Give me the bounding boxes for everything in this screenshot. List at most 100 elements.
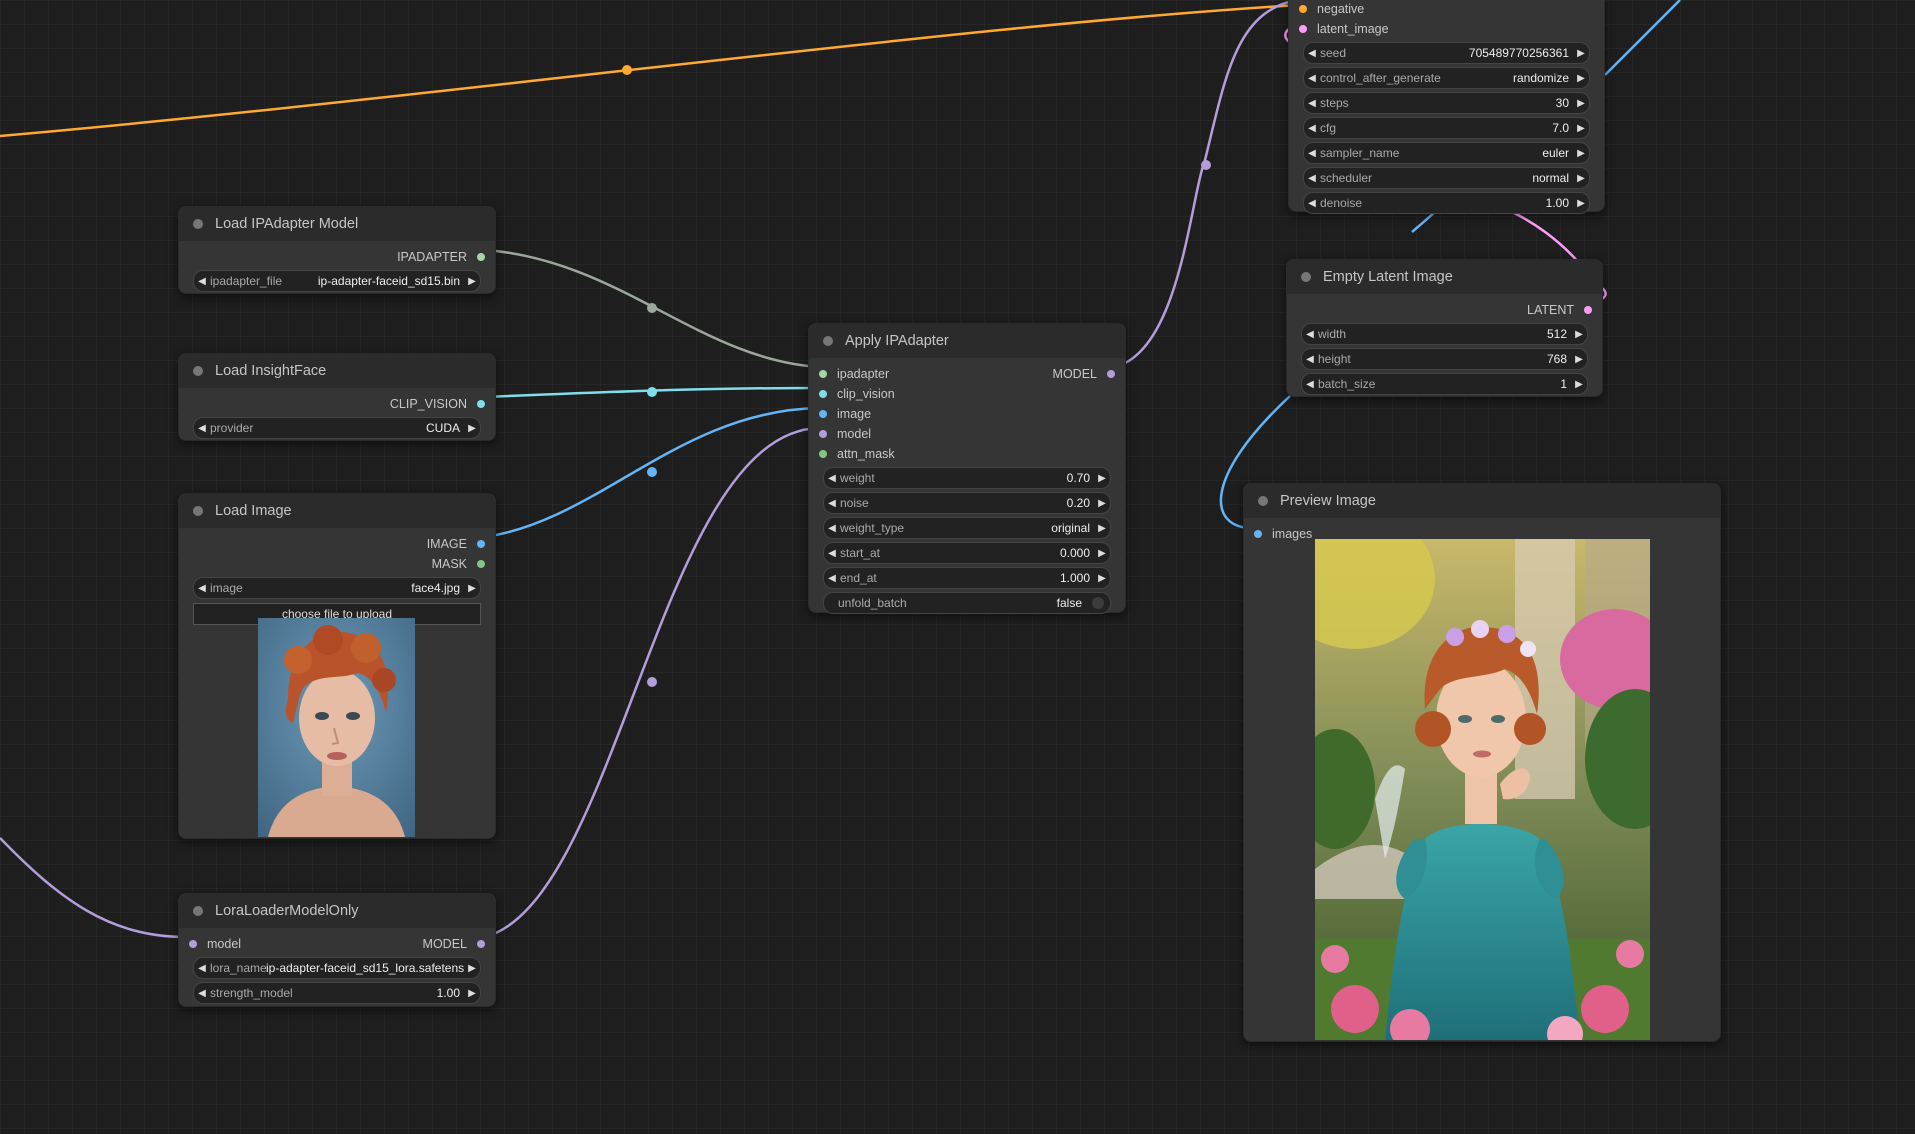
decrement-arrow-icon[interactable]: ◀ xyxy=(1304,123,1320,134)
load-insightface-node[interactable]: Load InsightFace CLIP_VISION ◀ provider CU… xyxy=(178,353,496,441)
decrement-arrow-icon[interactable]: ◀ xyxy=(1304,198,1320,209)
widget-image-file[interactable]: ◀ image face4.jpg ▶ xyxy=(193,577,481,599)
node-title-bar[interactable]: Load InsightFace xyxy=(179,354,495,388)
output-dot[interactable] xyxy=(477,400,485,408)
increment-arrow-icon[interactable]: ▶ xyxy=(1571,329,1587,340)
apply-ipadapter-node[interactable]: Apply IPAdapter ipadapter MODEL clip_vis… xyxy=(808,323,1126,614)
node-title-bar[interactable]: LoraLoaderModelOnly xyxy=(179,894,495,928)
widget-seed[interactable]: ◀ seed 705489770256361 ▶ xyxy=(1303,42,1590,64)
decrement-arrow-icon[interactable]: ◀ xyxy=(194,276,210,287)
slot-ipadapter-in[interactable]: ipadapter MODEL xyxy=(809,364,1125,384)
slot-negative[interactable]: negative xyxy=(1289,0,1604,19)
output-dot[interactable] xyxy=(477,940,485,948)
slot-model-io[interactable]: model MODEL xyxy=(179,934,495,954)
slot-mask-out[interactable]: MASK xyxy=(179,554,495,574)
increment-arrow-icon[interactable]: ▶ xyxy=(1094,523,1110,534)
toggle-unfold-batch[interactable]: unfold_batch false xyxy=(823,592,1111,614)
increment-arrow-icon[interactable]: ▶ xyxy=(1094,498,1110,509)
output-dot[interactable] xyxy=(1584,306,1592,314)
input-dot[interactable] xyxy=(819,450,827,458)
toggle-knob-icon[interactable] xyxy=(1092,597,1104,609)
decrement-arrow-icon[interactable]: ◀ xyxy=(824,523,840,534)
collapse-dot-icon[interactable] xyxy=(1258,496,1268,506)
slot-image-out[interactable]: IMAGE xyxy=(179,534,495,554)
widget-lora-name[interactable]: ◀ lora_name ip-adapter-faceid_sd15_lora.sa… xyxy=(193,957,481,979)
increment-arrow-icon[interactable]: ▶ xyxy=(1573,73,1589,84)
decrement-arrow-icon[interactable]: ◀ xyxy=(824,498,840,509)
lora-loader-model-only-node[interactable]: LoraLoaderModelOnly model MODEL ◀ lora_na… xyxy=(178,893,496,1007)
decrement-arrow-icon[interactable]: ◀ xyxy=(1302,354,1318,365)
slot-attn-mask-in[interactable]: attn_mask xyxy=(809,444,1125,464)
increment-arrow-icon[interactable]: ▶ xyxy=(464,963,480,974)
increment-arrow-icon[interactable]: ▶ xyxy=(464,276,480,287)
increment-arrow-icon[interactable]: ▶ xyxy=(1573,173,1589,184)
widget-start-at[interactable]: ◀ start_at 0.000 ▶ xyxy=(823,542,1111,564)
increment-arrow-icon[interactable]: ▶ xyxy=(1571,354,1587,365)
widget-sampler-name[interactable]: ◀ sampler_name euler ▶ xyxy=(1303,142,1590,164)
decrement-arrow-icon[interactable]: ◀ xyxy=(1304,148,1320,159)
ksampler-node[interactable]: negative latent_image ◀ seed 7054897702563… xyxy=(1288,0,1605,214)
slot-latent-image[interactable]: latent_image xyxy=(1289,19,1604,39)
decrement-arrow-icon[interactable]: ◀ xyxy=(1304,73,1320,84)
collapse-dot-icon[interactable] xyxy=(193,366,203,376)
widget-width[interactable]: ◀ width 512 ▶ xyxy=(1301,323,1588,345)
node-title-bar[interactable]: Load Image xyxy=(179,494,495,528)
node-title-bar[interactable]: Preview Image xyxy=(1244,484,1720,518)
node-title-bar[interactable]: Apply IPAdapter xyxy=(809,324,1125,358)
widget-provider[interactable]: ◀ provider CUDA ▶ xyxy=(193,417,481,439)
widget-height[interactable]: ◀ height 768 ▶ xyxy=(1301,348,1588,370)
decrement-arrow-icon[interactable]: ◀ xyxy=(1304,173,1320,184)
node-title-bar[interactable]: Empty Latent Image xyxy=(1287,260,1602,294)
widget-strength-model[interactable]: ◀ strength_model 1.00 ▶ xyxy=(193,982,481,1004)
empty-latent-image-node[interactable]: Empty Latent Image LATENT ◀ width 512 ▶ ◀ he… xyxy=(1286,259,1603,397)
decrement-arrow-icon[interactable]: ◀ xyxy=(194,988,210,999)
increment-arrow-icon[interactable]: ▶ xyxy=(1094,473,1110,484)
decrement-arrow-icon[interactable]: ◀ xyxy=(194,423,210,434)
widget-batch-size[interactable]: ◀ batch_size 1 ▶ xyxy=(1301,373,1588,395)
input-dot[interactable] xyxy=(819,410,827,418)
input-dot[interactable] xyxy=(1254,530,1262,538)
widget-weight[interactable]: ◀ weight 0.70 ▶ xyxy=(823,467,1111,489)
decrement-arrow-icon[interactable]: ◀ xyxy=(1304,48,1320,59)
decrement-arrow-icon[interactable]: ◀ xyxy=(824,573,840,584)
collapse-dot-icon[interactable] xyxy=(1301,272,1311,282)
input-dot[interactable] xyxy=(189,940,197,948)
slot-ipadapter-out[interactable]: IPADAPTER xyxy=(179,247,495,267)
increment-arrow-icon[interactable]: ▶ xyxy=(1571,379,1587,390)
load-image-node[interactable]: Load Image IMAGE MASK ◀ image face4.jpg ▶ c… xyxy=(178,493,496,839)
increment-arrow-icon[interactable]: ▶ xyxy=(464,583,480,594)
output-dot[interactable] xyxy=(1107,370,1115,378)
input-dot[interactable] xyxy=(819,390,827,398)
widget-control-after-generate[interactable]: ◀ control_after_generate randomize ▶ xyxy=(1303,67,1590,89)
output-dot[interactable] xyxy=(477,560,485,568)
input-dot[interactable] xyxy=(819,370,827,378)
slot-clip-vision-out[interactable]: CLIP_VISION xyxy=(179,394,495,414)
decrement-arrow-icon[interactable]: ◀ xyxy=(194,583,210,594)
slot-clip-vision-in[interactable]: clip_vision xyxy=(809,384,1125,404)
widget-noise[interactable]: ◀ noise 0.20 ▶ xyxy=(823,492,1111,514)
decrement-arrow-icon[interactable]: ◀ xyxy=(824,548,840,559)
increment-arrow-icon[interactable]: ▶ xyxy=(1094,548,1110,559)
decrement-arrow-icon[interactable]: ◀ xyxy=(1304,98,1320,109)
increment-arrow-icon[interactable]: ▶ xyxy=(1573,98,1589,109)
output-dot[interactable] xyxy=(477,540,485,548)
input-dot[interactable] xyxy=(1299,25,1307,33)
output-dot[interactable] xyxy=(477,253,485,261)
increment-arrow-icon[interactable]: ▶ xyxy=(1094,573,1110,584)
widget-cfg[interactable]: ◀ cfg 7.0 ▶ xyxy=(1303,117,1590,139)
collapse-dot-icon[interactable] xyxy=(193,906,203,916)
widget-scheduler[interactable]: ◀ scheduler normal ▶ xyxy=(1303,167,1590,189)
slot-image-in[interactable]: image xyxy=(809,404,1125,424)
slot-latent-out[interactable]: LATENT xyxy=(1287,300,1602,320)
slot-model-in[interactable]: model xyxy=(809,424,1125,444)
increment-arrow-icon[interactable]: ▶ xyxy=(1573,48,1589,59)
collapse-dot-icon[interactable] xyxy=(193,219,203,229)
widget-steps[interactable]: ◀ steps 30 ▶ xyxy=(1303,92,1590,114)
widget-denoise[interactable]: ◀ denoise 1.00 ▶ xyxy=(1303,192,1590,214)
collapse-dot-icon[interactable] xyxy=(823,336,833,346)
increment-arrow-icon[interactable]: ▶ xyxy=(464,988,480,999)
decrement-arrow-icon[interactable]: ◀ xyxy=(194,963,210,974)
increment-arrow-icon[interactable]: ▶ xyxy=(464,423,480,434)
decrement-arrow-icon[interactable]: ◀ xyxy=(824,473,840,484)
node-title-bar[interactable]: Load IPAdapter Model xyxy=(179,207,495,241)
